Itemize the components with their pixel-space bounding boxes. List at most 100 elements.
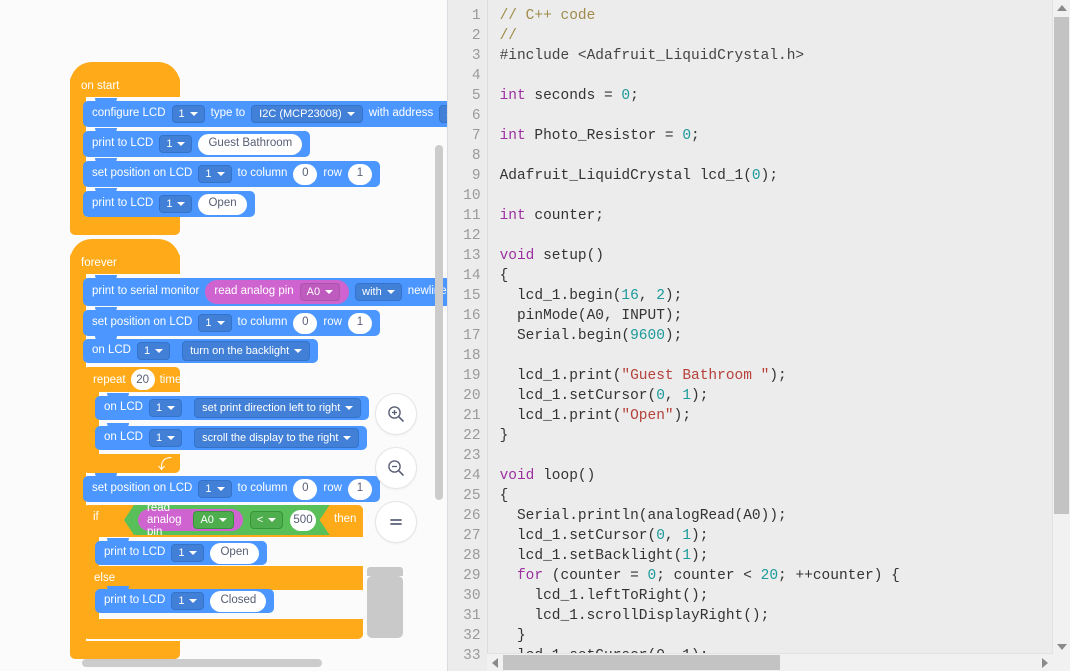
on-lcd-backlight-number-dropdown[interactable]: 1: [137, 342, 171, 360]
less-than-operator-block[interactable]: read analog pin A0 < 500: [124, 505, 330, 535]
code-token: 9600: [630, 328, 665, 344]
print-to-lcd-closed-text-input[interactable]: Closed: [210, 590, 267, 612]
print-to-lcd-guest-number-dropdown[interactable]: 1: [159, 135, 193, 153]
print-to-lcd-open-start-block[interactable]: print to LCD 1 Open: [83, 188, 255, 217]
code-token: 1: [682, 388, 692, 404]
set-position-1-number-dropdown[interactable]: 1: [198, 165, 232, 183]
on-lcd-direction-block[interactable]: on LCD 1 set print direction left to rig…: [95, 393, 370, 420]
chevron-down-icon: [268, 518, 276, 522]
on-lcd-scroll-number-dropdown[interactable]: 1: [149, 429, 183, 447]
code-scroll-right-button[interactable]: [1037, 654, 1053, 671]
print-serial-monitor-block[interactable]: print to serial monitor read analog pin …: [83, 275, 447, 306]
configure-lcd-address-label: with address: [368, 107, 434, 120]
if-condition-slot[interactable]: read analog pin A0 < 500: [124, 505, 330, 535]
print-to-lcd-closed-number-dropdown[interactable]: 1: [171, 592, 205, 610]
on-lcd-scroll-block[interactable]: on LCD 1 scroll the display to the right: [95, 423, 368, 450]
print-to-lcd-closed-block[interactable]: print to LCD 1 Closed: [95, 586, 275, 613]
read-analog-pin-serial-value: A0: [306, 285, 321, 298]
code-token: 0: [682, 128, 692, 144]
print-to-lcd-open-start-number-dropdown[interactable]: 1: [159, 195, 193, 213]
print-to-lcd-open-if-number-dropdown[interactable]: 1: [171, 544, 205, 562]
code-line: //: [500, 26, 1070, 46]
set-position-2-column-input[interactable]: 0: [293, 312, 318, 334]
set-position-block-3[interactable]: set position on LCD 1 to column 0 row 1: [83, 473, 380, 502]
canvas-vertical-scrollbar[interactable]: [433, 0, 444, 671]
code-scroll-left-button[interactable]: [487, 654, 503, 671]
set-position-2-row-input[interactable]: 1: [347, 312, 372, 334]
print-to-lcd-guest-text-input[interactable]: Guest Bathroom: [198, 133, 303, 155]
code-scroll-down-button[interactable]: [1054, 639, 1069, 655]
zoom-in-button[interactable]: [375, 393, 417, 435]
configure-lcd-type-to-label: type to: [210, 107, 246, 120]
canvas-vertical-scroll-thumb[interactable]: [434, 145, 443, 500]
read-analog-pin-if-dropdown[interactable]: A0: [193, 511, 233, 529]
set-position-2-number-dropdown[interactable]: 1: [198, 314, 232, 332]
set-position-3-row-input[interactable]: 1: [347, 478, 372, 500]
chevron-down-icon: [216, 487, 225, 491]
else-label: else: [94, 572, 116, 584]
repeat-suffix-label: times: [159, 373, 188, 386]
on-lcd-backlight-action-dropdown[interactable]: turn on the backlight: [182, 341, 311, 361]
print-to-lcd-open-start-text-input[interactable]: Open: [198, 193, 247, 215]
on-lcd-scroll-action-value: scroll the display to the right: [202, 431, 339, 444]
line-number: 33: [463, 648, 481, 664]
code-pane[interactable]: 1 2 3 4 5 6 7 8 9 10 11 12 13 14 15 16 17 18 19 20 21 22 23 24 2…: [447, 0, 1070, 671]
configure-lcd-number-dropdown[interactable]: 1: [171, 105, 205, 123]
code-line: lcd_1.print("Guest Bathroom ");: [500, 366, 1070, 386]
code-token: #include <Adafruit_LiquidCrystal.h>: [499, 48, 805, 64]
line-number: 5: [471, 88, 481, 104]
set-position-3-number-dropdown[interactable]: 1: [198, 480, 232, 498]
set-position-block-2[interactable]: set position on LCD 1 to column 0 row 1: [83, 307, 380, 336]
print-serial-label: print to serial monitor: [92, 285, 200, 298]
code-line: }: [500, 426, 1070, 446]
code-token: for: [516, 568, 544, 584]
zoom-reset-button[interactable]: [375, 501, 417, 543]
print-to-lcd-open-start-number-value: 1: [166, 197, 173, 210]
set-position-1-row-input[interactable]: 1: [347, 163, 372, 185]
code-token: loop(): [534, 468, 596, 484]
code-horizontal-scrollbar[interactable]: [486, 653, 1053, 671]
configure-lcd-block[interactable]: configure LCD 1 type to I2C (MCP23008) w…: [83, 98, 447, 127]
set-position-block-1[interactable]: set position on LCD 1 to column 0 row 1: [83, 158, 380, 187]
line-number: 31: [463, 608, 481, 624]
configure-lcd-type-dropdown[interactable]: I2C (MCP23008): [251, 105, 363, 123]
on-lcd-scroll-action-dropdown[interactable]: scroll the display to the right: [194, 428, 360, 448]
read-analog-pin-serial-dropdown[interactable]: A0: [299, 283, 341, 301]
print-to-lcd-open-if-block[interactable]: print to LCD 1 Open: [95, 538, 267, 565]
code-vertical-scroll-thumb[interactable]: [1054, 17, 1069, 514]
block-canvas-pane[interactable]: on start configure LCD 1 type to I2C (MC…: [0, 0, 448, 671]
code-editor-text[interactable]: // C++ code // #include <Adafruit_LiquidCr…: [487, 0, 1070, 671]
read-analog-pin-reporter-if[interactable]: read analog pin A0: [138, 509, 243, 531]
set-position-3-column-input[interactable]: 0: [293, 478, 318, 500]
on-lcd-scroll-label: on LCD: [104, 431, 143, 444]
code-token: lcd_1.print(: [499, 408, 622, 424]
on-lcd-direction-number-dropdown[interactable]: 1: [149, 399, 183, 417]
canvas-horizontal-scroll-thumb[interactable]: [82, 659, 322, 667]
set-position-3-row-label: row: [323, 482, 342, 495]
set-position-1-column-input[interactable]: 0: [293, 163, 318, 185]
chevron-down-icon: [294, 349, 303, 353]
code-scroll-up-button[interactable]: [1054, 0, 1069, 16]
print-to-lcd-guest-block[interactable]: print to LCD 1 Guest Bathroom: [83, 128, 311, 157]
set-position-2-row-label: row: [323, 316, 342, 329]
zoom-out-button[interactable]: [375, 447, 417, 489]
code-token: 1: [682, 528, 692, 544]
repeat-times-input[interactable]: 20: [130, 369, 155, 390]
code-line: lcd_1.setBacklight(1);: [500, 546, 1070, 566]
set-position-2-column-label: to column: [237, 316, 288, 329]
line-number: 19: [463, 368, 481, 384]
code-token: {: [499, 268, 509, 284]
comparison-threshold-input[interactable]: 500: [290, 510, 315, 531]
code-token: "Open": [621, 408, 674, 424]
comparison-operator-dropdown[interactable]: <: [250, 511, 283, 529]
block-canvas[interactable]: on start configure LCD 1 type to I2C (MC…: [0, 0, 447, 671]
code-token: }: [499, 428, 509, 444]
on-lcd-direction-action-dropdown[interactable]: set print direction left to right: [194, 398, 362, 418]
print-to-lcd-open-if-text-input[interactable]: Open: [210, 542, 259, 564]
read-analog-pin-reporter-serial[interactable]: read analog pin A0: [205, 280, 350, 304]
on-lcd-backlight-block[interactable]: on LCD 1 turn on the backlight: [83, 336, 319, 363]
line-number: 18: [463, 348, 481, 364]
code-horizontal-scroll-thumb[interactable]: [502, 655, 780, 670]
print-serial-with-dropdown[interactable]: with: [355, 283, 402, 301]
code-vertical-scrollbar[interactable]: [1052, 0, 1070, 671]
